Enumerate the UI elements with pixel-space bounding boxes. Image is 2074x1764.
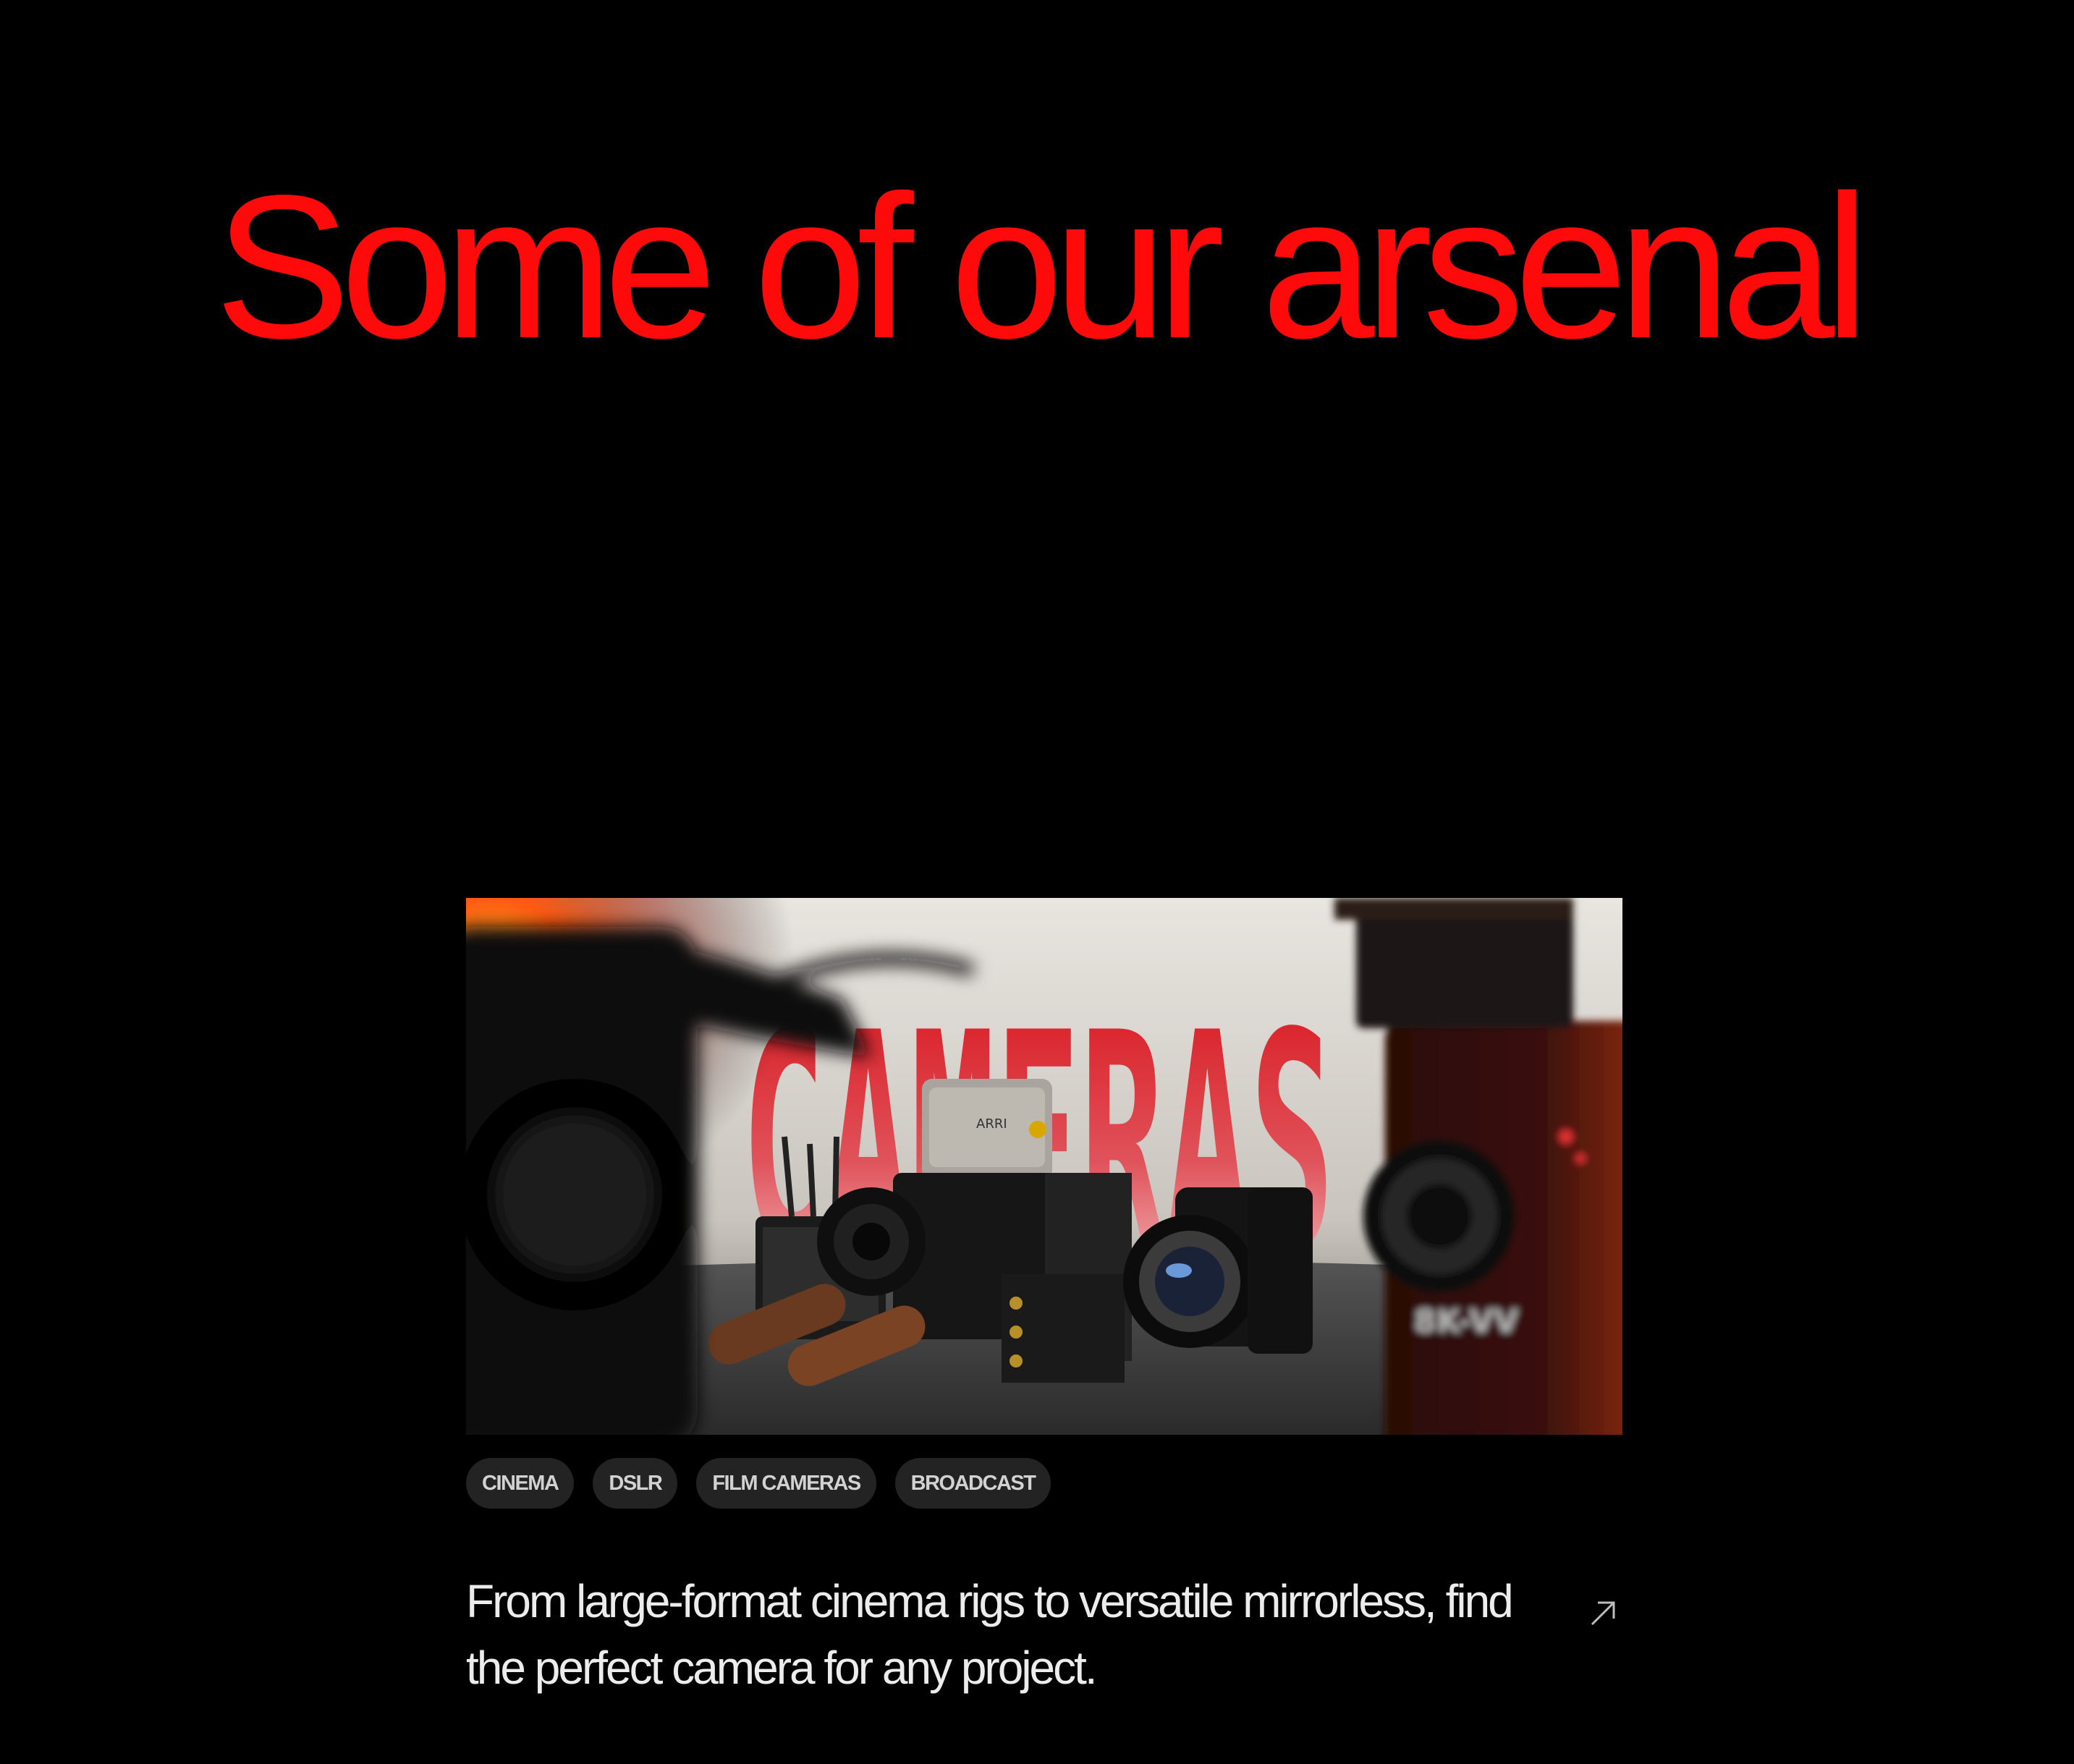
category-card-cameras[interactable]: CAMERAS ARRI ARRI xyxy=(466,898,1622,1694)
tag-broadcast[interactable]: BROADCAST xyxy=(894,1458,1051,1509)
tag-list: CINEMA DSLR FILM CAMERAS BROADCAST xyxy=(466,1458,1051,1509)
svg-text:ARRI: ARRI xyxy=(976,1116,1007,1132)
cameras-image[interactable]: CAMERAS ARRI ARRI xyxy=(466,898,1622,1435)
tag-film-cameras[interactable]: FILM CAMERAS xyxy=(696,1458,876,1509)
tag-dslr[interactable]: DSLR xyxy=(593,1458,678,1509)
tag-cinema[interactable]: CINEMA xyxy=(466,1458,575,1509)
page-title: Some of our arsenal xyxy=(214,152,1869,381)
card-description: From large-format cinema rigs to versati… xyxy=(466,1575,1514,1694)
svg-text:8K-VV: 8K-VV xyxy=(1414,1303,1518,1340)
arrow-up-right-icon[interactable] xyxy=(1586,1597,1620,1630)
